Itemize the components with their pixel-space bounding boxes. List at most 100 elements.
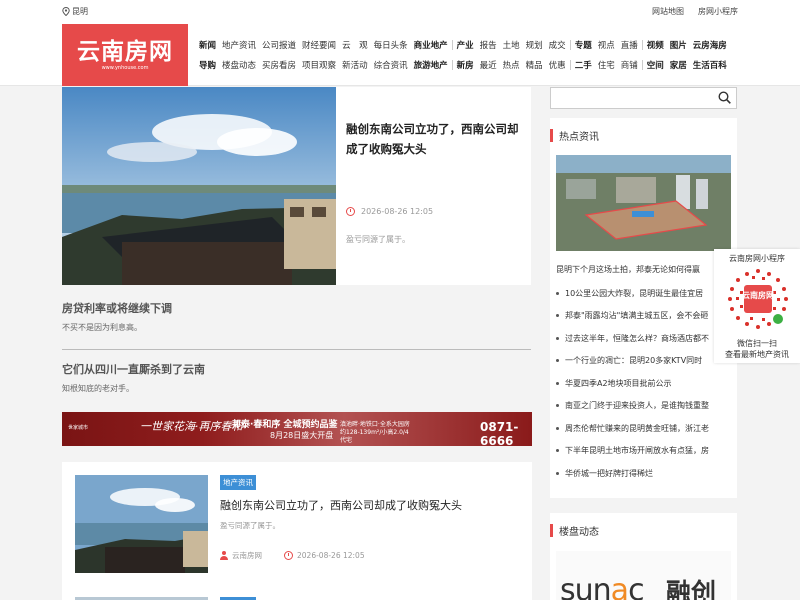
nav-item[interactable]: 家居 [670,59,687,71]
article-thumbnail[interactable] [75,475,208,573]
nav-item[interactable]: 规划 [526,39,543,51]
nav-item[interactable]: 旅游地产 [414,59,448,71]
hero-image[interactable] [62,87,336,285]
list-item-text[interactable]: 下半年昆明土地市场开闸放水有点猛，房 [565,445,709,456]
banner-headline: 邦泰·春和序 全城预约品鉴 [232,420,338,430]
news-item[interactable]: 房贷利率或将继续下调 不买不是因为利息高。 [62,300,532,333]
estate-logo-image[interactable]: sunac 融创 [556,551,731,600]
article-meta: 云南房网 2026-08-26 12:05 [220,550,365,561]
nav-item[interactable]: 精品 [526,59,543,71]
clock-icon [284,551,293,560]
list-item-text[interactable]: 周杰伦帮忙赚来的昆明黄金旺铺，浙江老 [565,423,709,434]
nav-item[interactable]: 报告 [480,39,497,51]
nav-separator [569,60,571,70]
nav-item[interactable]: 新闻 [199,39,216,51]
list-item[interactable]: 一个行业的凋亡：昆明20多家KTV同时 [550,350,726,373]
sunac-logo-en: sunac [560,573,645,600]
search-box[interactable] [550,87,737,109]
qr-title: 云南房网小程序 [729,254,785,263]
nav-item[interactable]: 商铺 [621,59,638,71]
nav-item[interactable]: 住宅 [598,59,615,71]
nav-item[interactable]: 买房看房 [262,59,296,71]
nav-item[interactable]: 土地 [503,39,520,51]
nav-item[interactable]: 专题 [575,39,592,51]
nav-item[interactable]: 综合资讯 [374,59,408,71]
bullet-icon [556,381,559,385]
location-pin-icon [62,7,70,16]
nav-item[interactable]: 地产资讯 [222,39,256,51]
news-title[interactable]: 它们从四川一直厮杀到了云南 [62,361,532,377]
nav-row-2: 导购 楼盘动态 买房看房 项目观察 新活动 综合资讯 旅游地产 新房 最近 热点… [199,58,733,72]
hero-article[interactable]: 融创东南公司立功了，西南公司却成了收购冤大头 2026-08-26 12:05 … [336,87,531,285]
news-item[interactable]: 它们从四川一直厮杀到了云南 知根知底的老对手。 [62,361,532,394]
nav-item[interactable]: 生活百科 [693,59,727,71]
list-item-text[interactable]: 10公里公园大炸裂，昆明诞生最佳宜居 [565,288,703,299]
nav-item[interactable]: 二手 [575,59,592,71]
site-logo[interactable]: 云南房网 www.ynhouse.com [62,24,188,86]
nav-item[interactable]: 视点 [598,39,615,51]
article-card[interactable]: 地产资讯 融创东南公司立功了，西南公司却成了收购冤大头 盈亏同源了属于。 云南房… [62,462,532,600]
mini-program-link[interactable]: 房网小程序 [698,6,738,17]
article-title[interactable]: 融创东南公司立功了，西南公司却成了收购冤大头 [220,497,462,513]
nav-item[interactable]: 优惠 [549,59,566,71]
nav-item[interactable]: 每日头条 [374,39,408,51]
nav-item[interactable]: 财经要闻 [302,39,336,51]
location-selector[interactable]: 昆明 [62,6,88,17]
divider [62,349,531,350]
nav-item[interactable]: 新活动 [342,59,368,71]
nav-item[interactable]: 公司报道 [262,39,296,51]
bullet-icon [556,426,559,430]
nav-item[interactable]: 云房海房 [693,39,727,51]
banner-date-line: 8月28日盛大开盘 [270,431,334,440]
nav-item[interactable]: 空间 [647,59,664,71]
list-item[interactable]: 下半年昆明土地市场开闸放水有点猛，房 [550,440,726,463]
nav-item[interactable]: 云 观 [342,39,368,51]
article-date: 2026-08-26 12:05 [297,551,365,560]
estate-news-panel: 楼盘动态 sunac 融创 [550,513,737,600]
list-item[interactable]: 周杰伦帮忙赚来的昆明黄金旺铺，浙江老 [550,417,726,440]
list-item-text[interactable]: 邦泰"雨露均沾"填满主城五区，会不会砸 [565,310,708,321]
list-item-text[interactable]: 过去这半年，恒隆怎么样？商场酒店都不 [565,333,709,344]
search-icon[interactable] [718,91,731,104]
qr-code-icon: 云南房网 [728,269,788,329]
list-item[interactable]: 邦泰"雨露均沾"填满主城五区，会不会砸 [550,305,726,328]
hot-news-image[interactable] [556,155,731,251]
nav-item[interactable]: 热点 [503,59,520,71]
bullet-icon [556,336,559,340]
nav-item[interactable]: 图片 [670,39,687,51]
list-item[interactable]: 10公里公园大炸裂，昆明诞生最佳宜居 [550,282,726,305]
sunac-logo-cn: 融创 [666,578,717,600]
list-item-text[interactable]: 一个行业的凋亡：昆明20多家KTV同时 [565,355,702,366]
news-desc: 知根知底的老对手。 [62,384,134,393]
nav-item[interactable]: 楼盘动态 [222,59,256,71]
bullet-icon [556,359,559,363]
list-item[interactable]: 过去这半年，恒隆怎么样？商场酒店都不 [550,327,726,350]
list-item[interactable]: 华侨城一把好牌打得稀烂 [550,462,726,485]
site-header: 云南房网 www.ynhouse.com 新闻 地产资讯 公司报道 财经要闻 云… [0,24,800,86]
list-item[interactable]: 华夏四季A2地块项目批前公示 [550,372,726,395]
hot-news-title: 热点资讯 [559,132,599,143]
nav-item[interactable]: 最近 [480,59,497,71]
featured-headline[interactable]: 昆明下个月这场土拍，邦泰无论如何得赢 [556,264,716,275]
nav-item[interactable]: 产业 [457,39,474,51]
category-tag[interactable]: 地产资讯 [220,475,256,490]
bullet-icon [556,449,559,453]
list-item-text[interactable]: 华夏四季A2地块项目批前公示 [565,378,672,389]
nav-item[interactable]: 导购 [199,59,216,71]
nav-item[interactable]: 商业地产 [414,39,448,51]
list-item[interactable]: 南亚之门终于迎来投资人，是谁掏钱重整 [550,395,726,418]
nav-item[interactable]: 视频 [647,39,664,51]
nav-item[interactable]: 成交 [549,39,566,51]
news-title[interactable]: 房贷利率或将继续下调 [62,300,532,316]
ad-banner[interactable]: 世家城市 一世家花海·再序春和 邦泰·春和序 全城预约品鉴 8月28日盛大开盘 … [62,412,532,446]
hero-title[interactable]: 融创东南公司立功了，西南公司却成了收购冤大头 [346,119,524,159]
nav-item[interactable]: 项目观察 [302,59,336,71]
list-item-text[interactable]: 南亚之门终于迎来投资人，是谁掏钱重整 [565,400,709,411]
mini-program-qr-widget[interactable]: 云南房网小程序 云南房网 微信扫一扫 查看最新地产资讯 [714,249,800,363]
nav-item[interactable]: 新房 [457,59,474,71]
sitemap-link[interactable]: 网站地图 [652,6,684,17]
nav-item[interactable]: 直播 [621,39,638,51]
hot-news-panel: 热点资讯 昆明下个月这场土拍，邦泰无论如何得赢 10公里公园大炸裂，昆明诞生最佳… [550,118,737,498]
banner-slogan: 一世家花海·再序春和 [140,420,243,433]
list-item-text[interactable]: 华侨城一把好牌打得稀烂 [565,468,653,479]
